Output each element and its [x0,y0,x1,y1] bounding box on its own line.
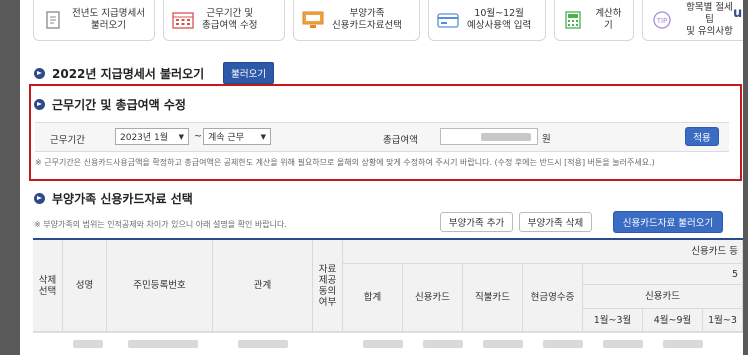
monitor-icon [302,11,324,29]
header-period-2: 4월~9월 [643,309,703,332]
section-dependent-card: 부양가족 신용카드자료 선택 [34,190,193,207]
amount-label: 총급여액 [383,135,418,146]
blurred-cell [603,340,643,348]
edge-text: u [733,6,743,21]
bullet-icon [34,99,45,110]
blurred-value [481,133,531,141]
delete-dependent-button[interactable]: 부양가족 삭제 [519,212,592,232]
period-note: ※ 근무기간은 신용카드사용금액을 확정하고 총급여액은 공제한도 계산을 위해… [35,158,655,167]
amount-input[interactable] [440,128,538,145]
tilde: ~ [194,131,202,142]
blurred-cell [238,340,288,348]
tip-icon: TIP [651,11,673,29]
section-title: 2022년 지급명세서 불러오기 [52,66,205,81]
add-dependent-button[interactable]: 부양가족 추가 [440,212,513,232]
header-total: 합계 [343,264,403,332]
bullet-icon [34,193,45,204]
blurred-cell [663,340,703,348]
step-label: 10월~12월 예상사용액 입력 [467,8,532,31]
section-title: 부양가족 신용카드자료 선택 [52,192,193,206]
end-month-value: 계속 근무 [208,133,244,143]
header-name: 성명 [63,240,107,332]
step-load-last-year[interactable]: 전년도 지급명세서 불러오기 [33,0,155,41]
dependent-table: 삭제 선택 성명 주민등록번호 관계 자료 제공 동의 여부 신용카드 등 5 … [33,238,743,355]
header-group-card: 신용카드 등 [343,240,743,264]
blurred-cell [543,340,583,348]
load-button[interactable]: 불러오기 [223,62,275,84]
step-label: 전년도 지급명세서 불러오기 [72,8,145,31]
section-edit-period: 근무기간 및 총급여액 수정 [34,96,186,113]
calendar-icon [172,11,194,29]
header-group-five: 5 [583,264,743,285]
won-unit: 원 [542,134,551,145]
chevron-down-icon: ▼ [178,132,184,141]
header-period-1: 1월~3월 [583,309,643,332]
blurred-cell [73,340,103,348]
header-consent: 자료 제공 동의 여부 [313,240,343,332]
page: 전년도 지급명세서 불러오기 근무기간 및 총급여액 수정 부양가족 신용카드자… [20,0,743,355]
dependent-note: ※ 부양가족의 범위는 인적공제와 차이가 있으니 아래 설명을 확인 바랍니다… [34,220,287,229]
apply-button[interactable]: 적용 [685,127,719,146]
blurred-cell [423,340,463,348]
period-form-row: 근무기간 2023년 1월 ▼ ~ 계속 근무 ▼ 총급여액 원 적용 [35,122,729,152]
step-label: 항목별 절세 팁 및 유의사항 [686,2,733,37]
period-label: 근무기간 [50,135,85,146]
load-card-data-button[interactable]: 신용카드자료 불러오기 [613,211,723,233]
section-load-statement: 2022년 지급명세서 불러오기 불러오기 [34,62,275,84]
step-expected-usage[interactable]: 10월~12월 예상사용액 입력 [428,0,546,41]
start-month-select[interactable]: 2023년 1월 ▼ [115,128,189,145]
card-icon [437,11,459,29]
header-credit-sub: 신용카드 [583,285,743,309]
header-select: 삭제 선택 [33,240,63,332]
blurred-cell [363,340,403,348]
header-cash-receipt: 현금영수증 [523,264,583,332]
row-divider [33,332,743,333]
svg-text:TIP: TIP [656,17,668,25]
step-label: 근무기간 및 총급여액 수정 [202,8,258,31]
step-dependent-card[interactable]: 부양가족 신용카드자료선택 [293,0,420,41]
step-navigation: 전년도 지급명세서 불러오기 근무기간 및 총급여액 수정 부양가족 신용카드자… [33,0,743,44]
start-month-value: 2023년 1월 [120,133,169,143]
step-edit-period[interactable]: 근무기간 및 총급여액 수정 [163,0,285,41]
bullet-icon [34,67,45,79]
header-relation: 관계 [213,240,313,332]
blurred-cell [483,340,523,348]
end-month-select[interactable]: 계속 근무 ▼ [203,128,271,145]
calculator-icon [563,11,584,29]
section-title: 근무기간 및 총급여액 수정 [52,98,186,112]
step-label: 계산하기 [595,8,622,31]
header-id-number: 주민등록번호 [107,240,213,332]
header-credit: 신용카드 [403,264,463,332]
step-label: 부양가족 신용카드자료선택 [332,8,402,31]
step-calculate[interactable]: 계산하기 [554,0,634,41]
header-period-3: 1월~3 [703,309,743,332]
blurred-cell [128,340,198,348]
chevron-down-icon: ▼ [260,132,266,141]
step-tips[interactable]: TIP 항목별 절세 팁 및 유의사항 [642,0,743,41]
header-debit: 직불카드 [463,264,523,332]
document-icon [42,11,64,29]
